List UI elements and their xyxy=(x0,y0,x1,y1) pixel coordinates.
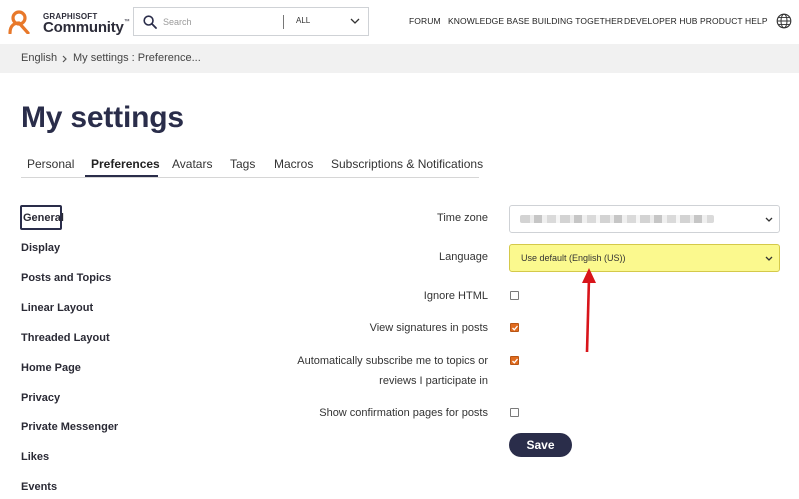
sidebar-item-general[interactable]: General xyxy=(20,205,64,230)
language-label: Language xyxy=(439,251,488,263)
search-divider xyxy=(283,15,284,29)
ignore-html-label: Ignore HTML xyxy=(423,290,488,302)
sidebar-item-private-messenger[interactable]: Private Messenger xyxy=(21,421,118,433)
show-confirmation-checkbox[interactable] xyxy=(510,408,519,417)
nav-knowledge-base[interactable]: KNOWLEDGE BASE xyxy=(448,16,530,26)
breadcrumb-current: My settings : Preference... xyxy=(73,52,201,64)
breadcrumb: English My settings : Preference... xyxy=(0,44,799,73)
annotation-arrow-icon xyxy=(582,268,596,353)
sidebar-item-linear-layout[interactable]: Linear Layout xyxy=(21,302,93,314)
search-input[interactable] xyxy=(163,14,281,30)
checkmark-icon xyxy=(512,358,518,364)
tab-macros[interactable]: Macros xyxy=(274,157,313,171)
chevron-right-icon xyxy=(62,55,67,63)
logo-community-text: Community™ xyxy=(43,19,130,36)
chevron-down-icon[interactable] xyxy=(350,17,360,25)
tab-preferences[interactable]: Preferences xyxy=(91,157,160,171)
view-signatures-label: View signatures in posts xyxy=(369,322,488,334)
save-button[interactable]: Save xyxy=(509,433,572,457)
site-header: GRAPHISOFT Community™ ALL FORUM KNOWLEDG… xyxy=(0,0,799,44)
sidebar-item-home-page[interactable]: Home Page xyxy=(21,362,81,374)
globe-icon[interactable] xyxy=(776,13,792,29)
sidebar-item-events[interactable]: Events xyxy=(21,481,57,493)
ignore-html-checkbox[interactable] xyxy=(510,291,519,300)
nav-developer-hub[interactable]: DEVELOPER HUB xyxy=(624,16,698,26)
language-select-value: Use default (English (US)) xyxy=(521,253,626,263)
time-zone-label: Time zone xyxy=(437,212,488,224)
page-title: My settings xyxy=(21,101,184,134)
community-logo-icon xyxy=(8,10,30,34)
show-confirmation-label: Show confirmation pages for posts xyxy=(319,407,488,419)
sidebar-item-likes[interactable]: Likes xyxy=(21,451,49,463)
time-zone-select[interactable] xyxy=(509,205,780,233)
time-zone-value-redacted xyxy=(520,215,714,223)
sidebar-item-privacy[interactable]: Privacy xyxy=(21,392,60,404)
chevron-down-icon xyxy=(765,256,773,261)
search-icon[interactable] xyxy=(143,15,157,29)
tab-personal[interactable]: Personal xyxy=(27,157,74,171)
sidebar-item-display[interactable]: Display xyxy=(21,242,60,254)
tab-avatars[interactable]: Avatars xyxy=(172,157,212,171)
auto-subscribe-label: Automatically subscribe me to topics or … xyxy=(297,355,488,387)
nav-building-together[interactable]: BUILDING TOGETHER xyxy=(532,16,623,26)
language-select[interactable]: Use default (English (US)) xyxy=(509,244,780,272)
tab-subscriptions-notifications[interactable]: Subscriptions & Notifications xyxy=(331,157,483,171)
breadcrumb-english[interactable]: English xyxy=(21,52,57,64)
checkmark-icon xyxy=(512,325,518,331)
chevron-down-icon xyxy=(765,217,773,222)
auto-subscribe-checkbox[interactable] xyxy=(510,356,519,365)
nav-product-help[interactable]: PRODUCT HELP xyxy=(700,16,768,26)
sidebar-item-threaded-layout[interactable]: Threaded Layout xyxy=(21,332,110,344)
tab-tags[interactable]: Tags xyxy=(230,157,255,171)
view-signatures-checkbox[interactable] xyxy=(510,323,519,332)
settings-tabs: Personal Preferences Avatars Tags Macros… xyxy=(21,150,483,178)
graphisoft-community-logo[interactable]: GRAPHISOFT Community™ xyxy=(6,8,130,36)
sidebar-item-posts-and-topics[interactable]: Posts and Topics xyxy=(21,272,111,284)
active-tab-indicator xyxy=(85,175,158,177)
search-box: ALL xyxy=(133,7,369,36)
search-scope-select[interactable]: ALL xyxy=(296,16,310,25)
nav-forum[interactable]: FORUM xyxy=(409,16,441,26)
